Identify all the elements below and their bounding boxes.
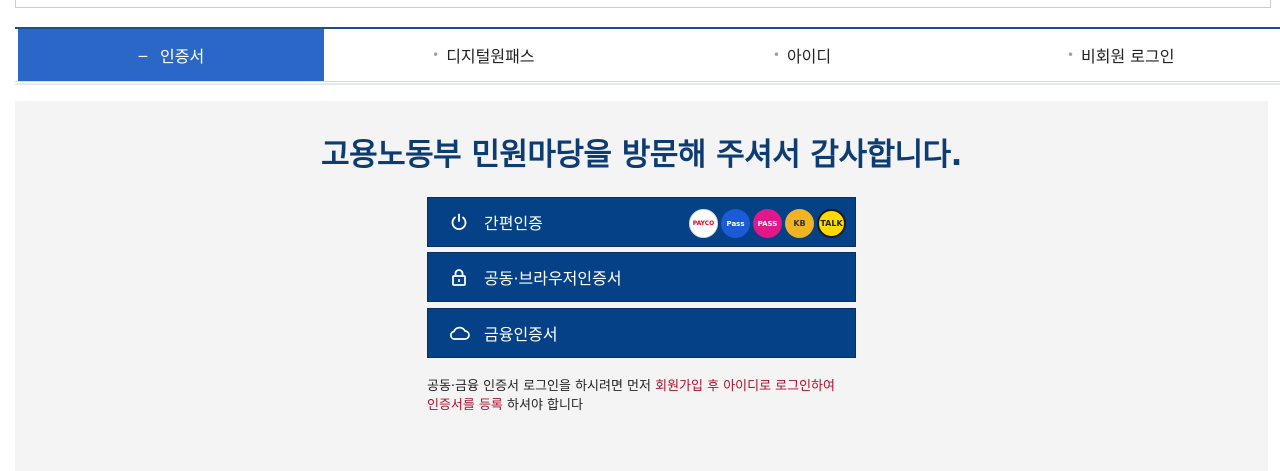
tab-label: 아이디 (786, 47, 832, 66)
login-tabs: ‒ 인증서 • 디지털원패스 • 아이디 • 비회원 로그인 (15, 27, 1280, 85)
button-label: 금융인증서 (484, 325, 558, 344)
power-icon (450, 213, 468, 231)
tab-id[interactable]: • 아이디 (643, 29, 962, 81)
button-label: 공동·브라우저인증서 (484, 269, 622, 288)
notice-highlight: 회원가입 후 아이디로 로그인하여 (655, 379, 835, 394)
joint-certificate-button[interactable]: 공동·브라우저인증서 (427, 252, 856, 302)
tab-label: 인증서 (160, 47, 205, 66)
kb-icon: KB (785, 209, 814, 238)
login-panel: 고용노동부 민원마당을 방문해 주셔서 감사합니다. 간편인증 PAYCO Pa… (15, 101, 1268, 471)
notice-text: 공동·금융 인증서 로그인을 하시려면 먼저 (427, 379, 656, 394)
samsung-pass-icon: Pass (721, 209, 750, 238)
tab-label: 비회원 로그인 (1081, 47, 1175, 66)
tab-label: 디지털원패스 (446, 47, 535, 66)
simple-auth-button[interactable]: 간편인증 PAYCO Pass PASS KB TALK (427, 197, 856, 247)
login-notice: 공동·금융 인증서 로그인을 하시려면 먼저 회원가입 후 아이디로 로그인하여… (427, 377, 847, 415)
bullet-icon: • (1066, 48, 1075, 62)
notice-text: 하셔야 합니다 (502, 398, 583, 413)
finance-certificate-button[interactable]: 금융인증서 (427, 308, 856, 358)
bullet-icon: • (432, 48, 440, 62)
top-box (15, 0, 1271, 8)
page-title: 고용노동부 민원마당을 방문해 주셔서 감사합니다. (321, 137, 962, 173)
provider-list: PAYCO Pass PASS KB TALK (689, 209, 846, 238)
notice-highlight: 인증서를 등록 (427, 398, 503, 413)
lock-icon (450, 268, 468, 286)
button-label: 간편인증 (484, 214, 543, 233)
tab-guest-login[interactable]: • 비회원 로그인 (961, 29, 1280, 81)
dash-icon: ‒ (137, 45, 148, 65)
kakao-talk-icon: TALK (817, 209, 846, 238)
cloud-icon (448, 324, 470, 342)
pass-icon: PASS (753, 209, 782, 238)
tab-certificate[interactable]: ‒ 인증서 (18, 29, 324, 81)
bullet-icon: • (772, 48, 780, 62)
tab-digital-onepass[interactable]: • 디지털원패스 (324, 29, 643, 81)
payco-icon: PAYCO (689, 209, 718, 238)
